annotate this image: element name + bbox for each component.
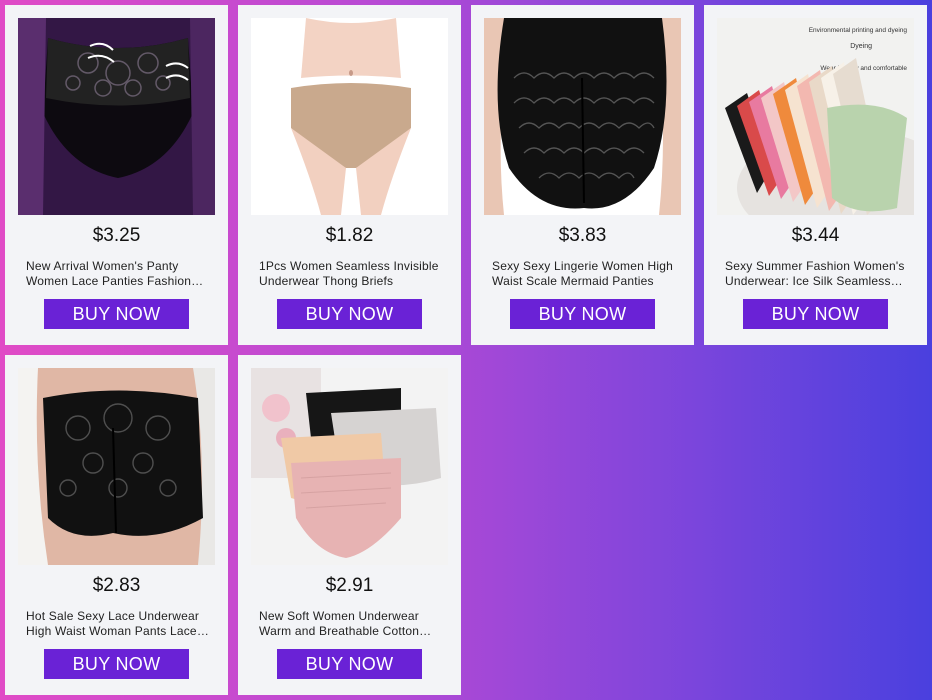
product-price: $1.82 xyxy=(325,225,374,246)
product-image[interactable] xyxy=(484,18,681,215)
product-image[interactable] xyxy=(18,368,215,565)
high-waist-lace-photo-icon xyxy=(18,368,215,565)
product-price: $3.83 xyxy=(558,225,607,246)
product-price: $3.44 xyxy=(791,225,840,246)
folded-panties-photo-icon xyxy=(251,368,448,565)
product-grid: $3.25 New Arrival Women's Panty Women La… xyxy=(0,0,932,700)
buy-now-button[interactable]: BUY NOW xyxy=(277,649,422,679)
product-image[interactable] xyxy=(18,18,215,215)
buy-now-button[interactable]: BUY NOW xyxy=(44,649,189,679)
ice-silk-panties-photo-icon: Environmental printing and dyeing Dyeing… xyxy=(717,18,914,215)
image-caption: Dyeing xyxy=(850,43,872,50)
product-card[interactable]: $1.82 1Pcs Women Seamless Invisible Unde… xyxy=(238,5,461,345)
product-image[interactable] xyxy=(251,368,448,565)
product-card[interactable]: $2.91 New Soft Women Underwear Warm and … xyxy=(238,355,461,695)
product-title[interactable]: Sexy Summer Fashion Women's Underwear: I… xyxy=(725,259,911,289)
product-image[interactable] xyxy=(251,18,448,215)
product-card[interactable]: $2.83 Hot Sale Sexy Lace Underwear High … xyxy=(5,355,228,695)
buy-now-button[interactable]: BUY NOW xyxy=(510,299,655,329)
product-title[interactable]: Hot Sale Sexy Lace Underwear High Waist … xyxy=(26,609,212,639)
product-card[interactable]: $3.25 New Arrival Women's Panty Women La… xyxy=(5,5,228,345)
product-card[interactable]: $3.83 Sexy Sexy Lingerie Women High Wais… xyxy=(471,5,694,345)
product-card[interactable]: Environmental printing and dyeing Dyeing… xyxy=(704,5,927,345)
product-title[interactable]: New Soft Women Underwear Warm and Breath… xyxy=(259,609,445,639)
lace-panty-photo-icon xyxy=(18,18,215,215)
product-title[interactable]: New Arrival Women's Panty Women Lace Pan… xyxy=(26,259,212,289)
image-caption: Environmental printing and dyeing xyxy=(809,27,908,34)
product-title[interactable]: 1Pcs Women Seamless Invisible Underwear … xyxy=(259,259,445,289)
buy-now-button[interactable]: BUY NOW xyxy=(277,299,422,329)
product-price: $2.83 xyxy=(92,575,141,596)
buy-now-button[interactable]: BUY NOW xyxy=(743,299,888,329)
product-price: $2.91 xyxy=(325,575,374,596)
product-title[interactable]: Sexy Sexy Lingerie Women High Waist Scal… xyxy=(492,259,678,289)
buy-now-button[interactable]: BUY NOW xyxy=(44,299,189,329)
seamless-brief-photo-icon xyxy=(251,18,448,215)
mermaid-scale-panty-photo-icon xyxy=(484,18,681,215)
product-image[interactable]: Environmental printing and dyeing Dyeing… xyxy=(717,18,914,215)
product-price: $3.25 xyxy=(92,225,141,246)
